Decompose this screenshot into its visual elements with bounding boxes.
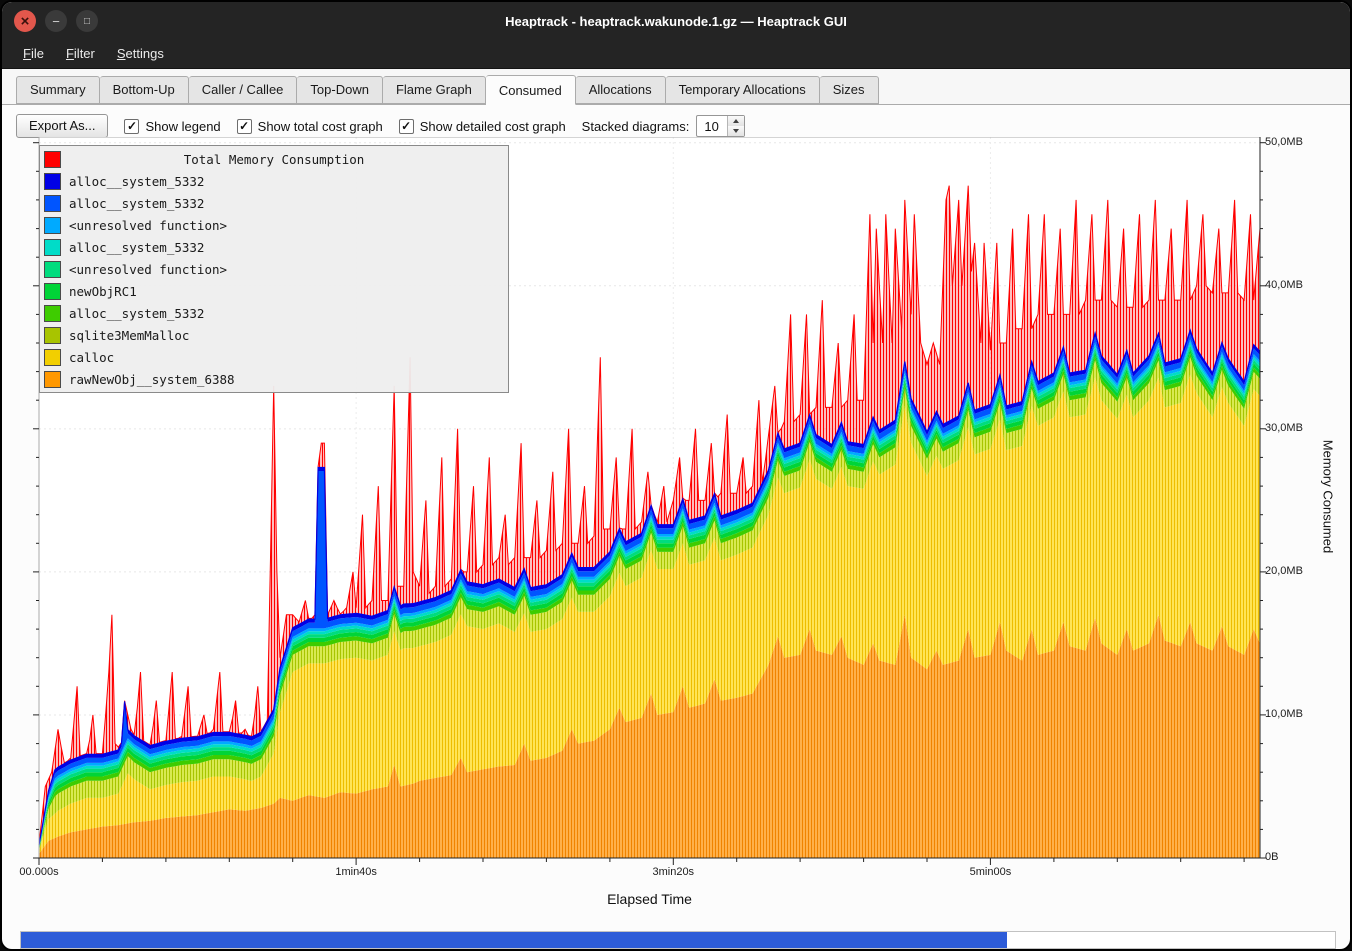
legend-title: Total Memory Consumption [69,152,504,167]
tab-consumed[interactable]: Consumed [486,75,576,105]
y-axis-tick-label: 20,0MB [1265,565,1303,577]
legend-swatch [44,283,61,300]
checkbox-icon[interactable] [237,119,252,134]
legend-items: alloc__system_5332 alloc__system_5332 <unr… [44,170,504,390]
legend-item: rawNewObj__system_6388 [44,368,504,390]
legend-label: alloc__system_5332 [69,306,204,321]
legend-swatch [44,261,61,278]
tab-bottom-up[interactable]: Bottom-Up [100,76,189,104]
legend-item: alloc__system_5332 [44,192,504,214]
legend-swatch [44,217,61,234]
legend-label: alloc__system_5332 [69,174,204,189]
legend-swatch [44,195,61,212]
spin-down-button[interactable] [728,126,744,136]
legend-swatch [44,305,61,322]
legend-item: alloc__system_5332 [44,236,504,258]
legend-item: alloc__system_5332 [44,302,504,324]
legend-swatch [44,371,61,388]
legend-item: <unresolved function> [44,214,504,236]
export-as-button[interactable]: Export As... [16,114,108,138]
tab-sizes[interactable]: Sizes [820,76,879,104]
tab-top-down[interactable]: Top-Down [297,76,383,104]
checkbox-show-detailed-cost-graph[interactable]: Show detailed cost graph [399,119,566,134]
spin-buttons [727,116,744,136]
y-axis-title: Memory Consumed [1321,415,1336,579]
legend-swatch [44,349,61,366]
legend-item: sqlite3MemMalloc [44,324,504,346]
checkbox-label: Show total cost graph [258,119,383,134]
y-axis-tick-label: 50,0MB [1265,136,1303,148]
window-title: Heaptrack - heaptrack.wakunode.1.gz — He… [505,14,847,29]
checkbox-show-legend[interactable]: Show legend [124,119,220,134]
minimize-button[interactable]: − [45,10,67,32]
x-axis-tick-label: 5min00s [948,866,1032,878]
legend-item: <unresolved function> [44,258,504,280]
legend-label: sqlite3MemMalloc [69,328,189,343]
heaptrack-window: ×−□ Heaptrack - heaptrack.wakunode.1.gz … [0,0,1352,951]
legend-item: newObjRC1 [44,280,504,302]
progress-bar-fill [21,932,1007,948]
close-button[interactable]: × [14,10,36,32]
x-axis-tick-label: 3min20s [631,866,715,878]
y-axis-tick-label: 0B [1265,851,1278,863]
chart-legend: Total Memory Consumption alloc__system_5… [39,145,509,393]
legend-item: alloc__system_5332 [44,170,504,192]
checkbox-icon[interactable] [124,119,139,134]
stacked-diagrams-value: 10 [697,116,727,136]
legend-label: alloc__system_5332 [69,196,204,211]
checkbox-label: Show legend [145,119,220,134]
tab-temporary-allocations[interactable]: Temporary Allocations [666,76,820,104]
x-axis-title: Elapsed Time [39,891,1260,907]
maximize-button[interactable]: □ [76,10,98,32]
progress-bar [20,931,1336,949]
menu-file[interactable]: File [12,40,55,68]
x-axis-tick-label: 00.000s [0,866,81,878]
titlebar[interactable]: ×−□ Heaptrack - heaptrack.wakunode.1.gz … [2,2,1350,40]
tab-caller-callee[interactable]: Caller / Callee [189,76,298,104]
stacked-diagrams-group: Stacked diagrams: 10 [582,115,746,137]
tab-bar: SummaryBottom-UpCaller / CalleeTop-DownF… [2,69,1350,105]
tab-allocations[interactable]: Allocations [576,76,666,104]
chart-region: Total Memory Consumption alloc__system_5… [2,2,1350,949]
legend-label: <unresolved function> [69,262,227,277]
tab-flame-graph[interactable]: Flame Graph [383,76,486,104]
menu-filter[interactable]: Filter [55,40,106,68]
legend-swatch [44,327,61,344]
y-axis-tick-label: 30,0MB [1265,422,1303,434]
y-axis-tick-label: 10,0MB [1265,708,1303,720]
spin-up-button[interactable] [728,116,744,126]
stacked-diagrams-spinbox[interactable]: 10 [696,115,745,137]
legend-label: <unresolved function> [69,218,227,233]
menubar: FileFilterSettings [2,40,1350,69]
legend-label: calloc [69,350,114,365]
legend-swatch [44,173,61,190]
stacked-diagrams-label: Stacked diagrams: [582,119,690,134]
checkbox-icon[interactable] [399,119,414,134]
tab-summary[interactable]: Summary [16,76,100,104]
checkbox-show-total-cost-graph[interactable]: Show total cost graph [237,119,383,134]
legend-swatch-total [44,151,61,168]
legend-label: rawNewObj__system_6388 [69,372,235,387]
legend-title-row: Total Memory Consumption [44,148,504,170]
toolbar-checkboxes: Show legend Show total cost graph Show det… [124,119,565,134]
window-controls: ×−□ [14,2,98,40]
legend-swatch [44,239,61,256]
legend-label: newObjRC1 [69,284,137,299]
y-axis-tick-label: 40,0MB [1265,279,1303,291]
checkbox-label: Show detailed cost graph [420,119,566,134]
menu-settings[interactable]: Settings [106,40,175,68]
legend-label: alloc__system_5332 [69,240,204,255]
x-axis-tick-label: 1min40s [314,866,398,878]
legend-item: calloc [44,346,504,368]
